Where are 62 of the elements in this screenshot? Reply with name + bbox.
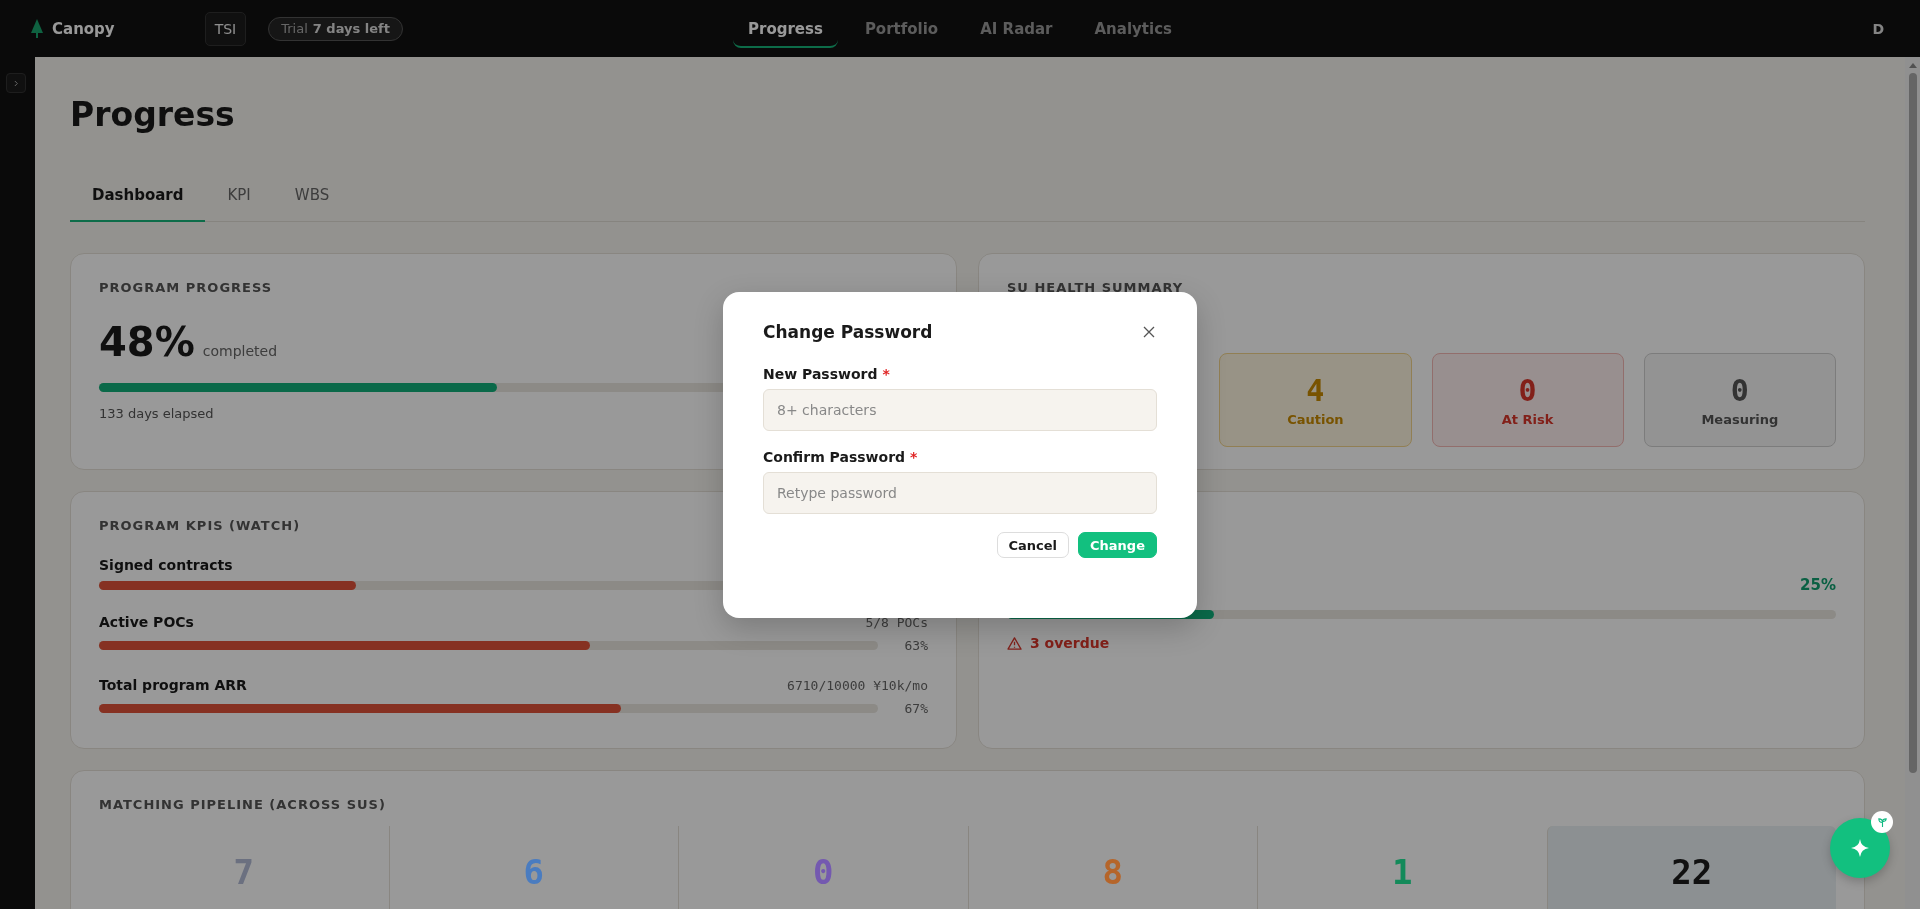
kpi-reading: 6710/10000 ¥10k/mo <box>787 678 928 693</box>
card-title: PROGRAM KPIS (WATCH) <box>99 518 302 533</box>
tile-label: At Risk <box>1501 412 1554 427</box>
scroll-thumb[interactable] <box>1908 73 1917 773</box>
close-icon <box>1143 326 1155 338</box>
chevron-right-icon <box>13 79 19 87</box>
user-avatar[interactable]: D <box>1872 20 1890 37</box>
nav-tab[interactable]: Analytics <box>1079 9 1187 48</box>
sidebar-toggle[interactable] <box>6 73 26 93</box>
kpi-name: Active POCs <box>99 614 194 630</box>
elapsed-caption: 133 days elapsed <box>99 406 214 421</box>
password-field[interactable]: Retype password <box>763 472 1157 514</box>
status-tile[interactable]: 0 At Risk <box>1431 353 1624 447</box>
trial-label: Trial <box>281 21 308 36</box>
overdue-count: 3 overdue <box>1030 635 1110 651</box>
sparkle-icon <box>1850 838 1870 858</box>
tile-label: Caution <box>1287 412 1344 427</box>
tile-count: 0 <box>1518 373 1537 408</box>
required-mark: * <box>910 449 918 465</box>
stage-count: 22 <box>1671 852 1713 894</box>
required-mark: * <box>882 366 890 382</box>
close-button[interactable] <box>1141 324 1157 340</box>
card-title: MATCHING PIPELINE (ACROSS SUS) <box>99 797 387 812</box>
change-button[interactable]: Change <box>1078 532 1157 558</box>
scroll-up-icon[interactable] <box>1908 63 1917 68</box>
page-tab[interactable]: WBS <box>272 173 352 222</box>
tile-count: 4 <box>1306 373 1325 408</box>
stage-count: 1 <box>1392 852 1413 894</box>
trial-remaining: 7 days left <box>312 21 390 36</box>
tree-logo-icon <box>30 18 44 39</box>
page-tab[interactable]: Dashboard <box>70 173 206 222</box>
kpi-name: Signed contracts <box>99 557 233 573</box>
nav-tab[interactable]: Portfolio <box>849 9 954 48</box>
progress-percent: 48% <box>99 319 195 365</box>
sprout-icon <box>1876 816 1888 828</box>
kpi-reading: 5/8 POCs <box>865 615 928 630</box>
tile-label: Measuring <box>1701 412 1779 427</box>
nav-tab[interactable]: Progress <box>733 9 838 48</box>
cancel-button[interactable]: Cancel <box>996 532 1070 558</box>
kpi-percent: 63% <box>903 638 928 653</box>
nav-tab[interactable]: AI Radar <box>965 9 1068 48</box>
dialog-title: Change Password <box>763 322 933 342</box>
warning-icon <box>1007 636 1022 650</box>
stage-count: 6 <box>523 852 544 894</box>
field-label: Confirm Password * <box>763 449 919 465</box>
status-tile[interactable]: 0 Measuring <box>1643 353 1836 447</box>
progress-suffix: completed <box>202 343 278 359</box>
kpi-name: Total program ARR <box>99 677 247 693</box>
tile-count: 0 <box>1730 373 1749 408</box>
page-tab[interactable]: KPI <box>205 173 273 222</box>
kpi-percent: 67% <box>903 701 928 716</box>
status-tile[interactable]: 4 Caution <box>1219 353 1412 447</box>
milestone-percent: 25% <box>1799 576 1836 594</box>
app-logo[interactable]: Canopy <box>52 19 115 38</box>
workspace-button[interactable]: TSI <box>204 11 247 46</box>
card-title: PROGRAM PROGRESS <box>99 280 274 295</box>
stage-count: 0 <box>813 852 834 894</box>
field-label: New Password * <box>763 366 891 382</box>
password-field[interactable]: 8+ characters <box>763 389 1157 431</box>
page-title: Progress <box>70 95 236 135</box>
card-title: SU HEALTH SUMMARY <box>1007 280 1185 295</box>
stage-count: 8 <box>1102 852 1123 894</box>
